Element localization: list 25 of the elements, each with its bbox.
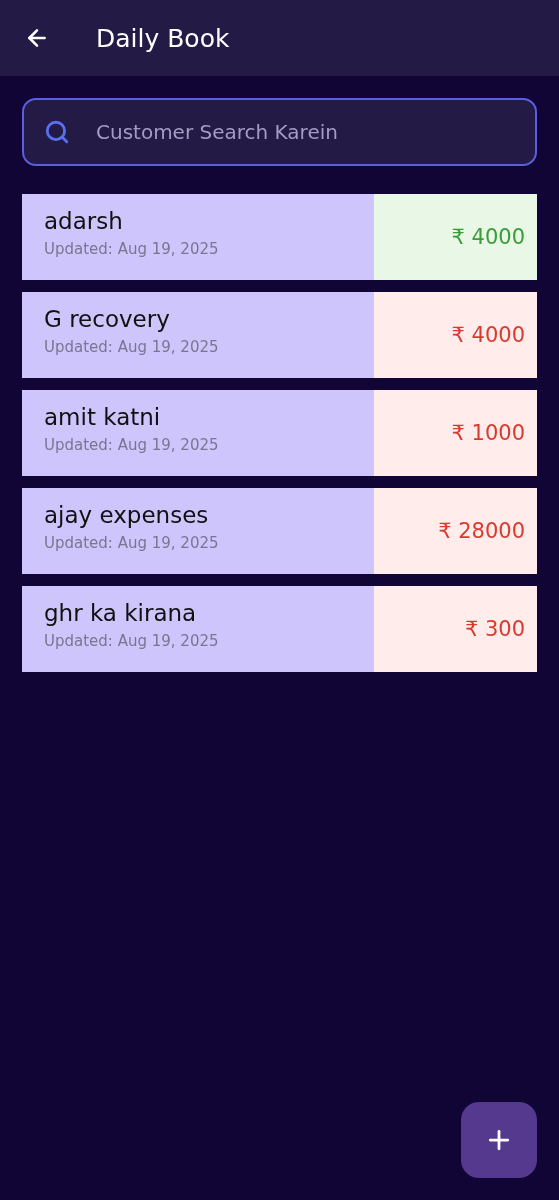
updated-date: Updated: Aug 19, 2025 (44, 534, 220, 552)
customer-card[interactable]: amit katni Updated: Aug 19, 2025 (22, 390, 374, 476)
customer-card[interactable]: ajay expenses Updated: Aug 19, 2025 (22, 488, 374, 574)
customer-card[interactable]: adarsh Updated: Aug 19, 2025 (22, 194, 374, 280)
customer-name: adarsh (44, 208, 124, 234)
search-field[interactable]: Customer Search Karein (22, 98, 537, 166)
customer-name: ajay expenses (44, 502, 210, 528)
customer-name: ghr ka kirana (44, 600, 198, 626)
add-button[interactable] (461, 1102, 537, 1178)
search-input[interactable]: Customer Search Karein (94, 119, 515, 145)
balance-amount: ₹ 300 (464, 617, 525, 641)
customer-card[interactable]: ghr ka kirana Updated: Aug 19, 2025 (22, 586, 374, 672)
customer-name: G recovery (44, 306, 171, 332)
updated-date: Updated: Aug 19, 2025 (44, 436, 220, 454)
customer-name: amit katni (44, 404, 162, 430)
updated-date: Updated: Aug 19, 2025 (44, 338, 220, 356)
updated-date: Updated: Aug 19, 2025 (44, 632, 220, 650)
page-title: Daily Book (96, 23, 230, 53)
balance-amount: ₹ 4000 (451, 225, 525, 249)
updated-date: Updated: Aug 19, 2025 (44, 240, 220, 258)
search-icon (44, 119, 70, 145)
balance-amount: ₹ 4000 (451, 323, 525, 347)
balance-amount: ₹ 1000 (451, 421, 525, 445)
customer-card[interactable]: G recovery Updated: Aug 19, 2025 (22, 292, 374, 378)
balance-amount: ₹ 28000 (438, 519, 525, 543)
